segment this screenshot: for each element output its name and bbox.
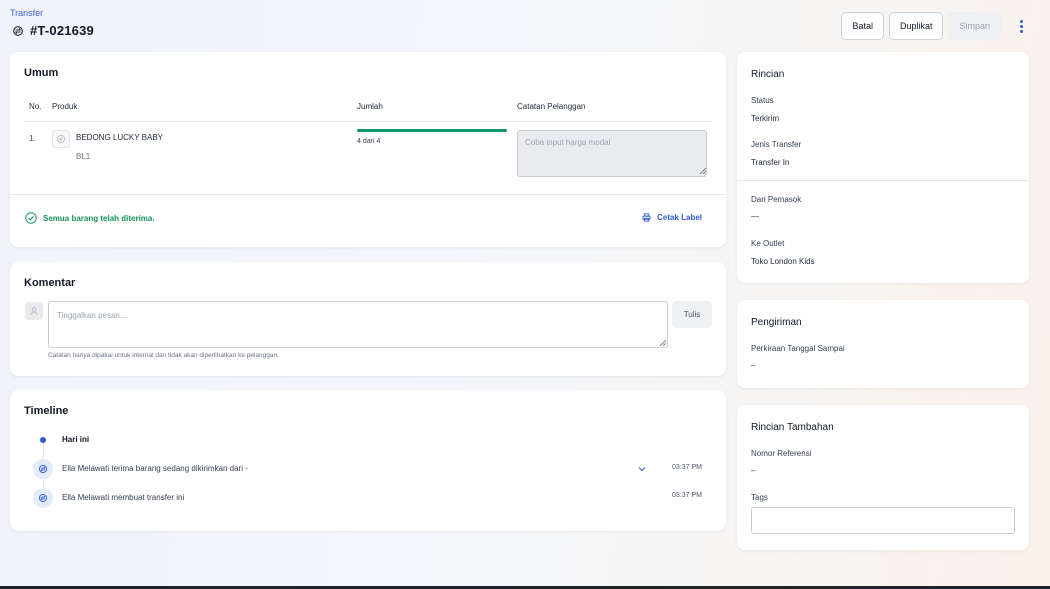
resize-grip-icon[interactable]	[660, 340, 666, 346]
comment-input[interactable]: Tinggalkan pesan....	[48, 301, 668, 348]
shipping-title: Pengiriman	[751, 317, 802, 328]
timeline-event-time: 03:37 PM	[672, 464, 702, 471]
additional-details-title: Rincian Tambahan	[751, 422, 834, 433]
details-card: Rincian Status Terkirim Jenis Transfer T…	[737, 52, 1029, 283]
eta-label: Perkiraan Tanggal Sampai	[751, 344, 845, 353]
col-header-no: No.	[29, 102, 42, 111]
comment-card: Komentar Tinggalkan pesan.... Tulis Cata…	[10, 262, 726, 376]
transfer-icon	[33, 488, 53, 508]
print-label-text: Cetak Label	[657, 213, 702, 222]
col-header-note: Catatan Pelanggan	[517, 102, 586, 111]
cancel-button[interactable]: Batal	[841, 12, 884, 40]
post-comment-button[interactable]: Tulis	[672, 301, 712, 328]
more-options-icon[interactable]	[1012, 12, 1030, 40]
details-divider	[737, 180, 1029, 181]
reference-value: –	[751, 466, 756, 475]
transfer-type-label: Jenis Transfer	[751, 140, 802, 149]
shipping-card: Pengiriman Perkiraan Tanggal Sampai –	[737, 300, 1029, 388]
row-number: 1.	[29, 134, 36, 143]
quantity-text: 4 dari 4	[357, 138, 381, 145]
eta-value: –	[751, 361, 756, 370]
resize-grip-icon[interactable]	[700, 168, 706, 174]
received-status: Semua barang telah diterima.	[25, 212, 155, 224]
outlet-label: Ke Outlet	[751, 239, 785, 248]
status-value: Terkirim	[751, 114, 779, 123]
page-title: #T-021639	[30, 23, 94, 38]
general-card: Umum No. Produk Jumlah Catatan Pelanggan…	[10, 52, 726, 247]
product-sku: BL1	[76, 152, 91, 161]
received-progress-bar	[357, 129, 507, 132]
outlet-value: Toko London Kids	[751, 257, 815, 266]
save-button[interactable]: Simpan	[948, 12, 1001, 40]
received-status-text: Semua barang telah diterima.	[43, 213, 155, 223]
timeline-title: Timeline	[24, 405, 69, 417]
timeline-dot	[40, 437, 46, 443]
duplicate-button[interactable]: Duplikat	[888, 12, 944, 40]
status-label: Status	[751, 96, 774, 105]
card-footer-divider	[10, 194, 726, 195]
print-label-button[interactable]: Cetak Label	[642, 213, 702, 222]
additional-details-card: Rincian Tambahan Nomor Referensi – Tags	[737, 405, 1029, 550]
reference-label: Nomor Referensi	[751, 449, 812, 458]
customer-note-input[interactable]: Coba input harga modal	[517, 130, 707, 177]
comment-title: Komentar	[24, 277, 76, 289]
breadcrumb[interactable]: Transfer	[10, 8, 43, 18]
tags-label: Tags	[751, 493, 768, 502]
supplier-label: Dari Pemasok	[751, 195, 802, 204]
chevron-down-icon[interactable]	[637, 464, 647, 474]
comment-hint: Catatan hanya dipakai untuk internal dan…	[48, 352, 279, 359]
table-header-divider	[24, 121, 712, 122]
transfer-type-value: Transfer In	[751, 158, 790, 167]
tags-input[interactable]	[751, 507, 1015, 534]
timeline-event-time: 03:37 PM	[672, 492, 702, 499]
timeline-day-label: Hari ini	[62, 435, 90, 444]
check-circle-icon	[25, 212, 37, 224]
col-header-quantity: Jumlah	[357, 102, 383, 111]
transfer-icon	[33, 459, 53, 479]
col-header-product: Produk	[52, 102, 78, 111]
title-row: #T-021639	[12, 23, 94, 38]
printer-icon	[642, 213, 651, 222]
header-actions: Batal Duplikat Simpan	[841, 12, 1030, 40]
general-title: Umum	[24, 67, 59, 79]
user-icon	[30, 307, 38, 315]
transfer-icon	[12, 25, 24, 37]
avatar	[25, 302, 43, 320]
product-name[interactable]: BEDONG LUCKY BABY	[76, 133, 163, 142]
product-image-icon	[52, 130, 70, 148]
timeline-event-text: Ella Melawati membuat transfer ini	[62, 493, 185, 502]
supplier-value: —	[751, 212, 759, 221]
received-progress-fill	[357, 129, 507, 132]
timeline-card: Timeline Hari ini Ella Melawati terima b…	[10, 390, 726, 531]
details-title: Rincian	[751, 69, 785, 80]
timeline-event-text: Ella Melawati terima barang sedang dikir…	[62, 464, 248, 473]
